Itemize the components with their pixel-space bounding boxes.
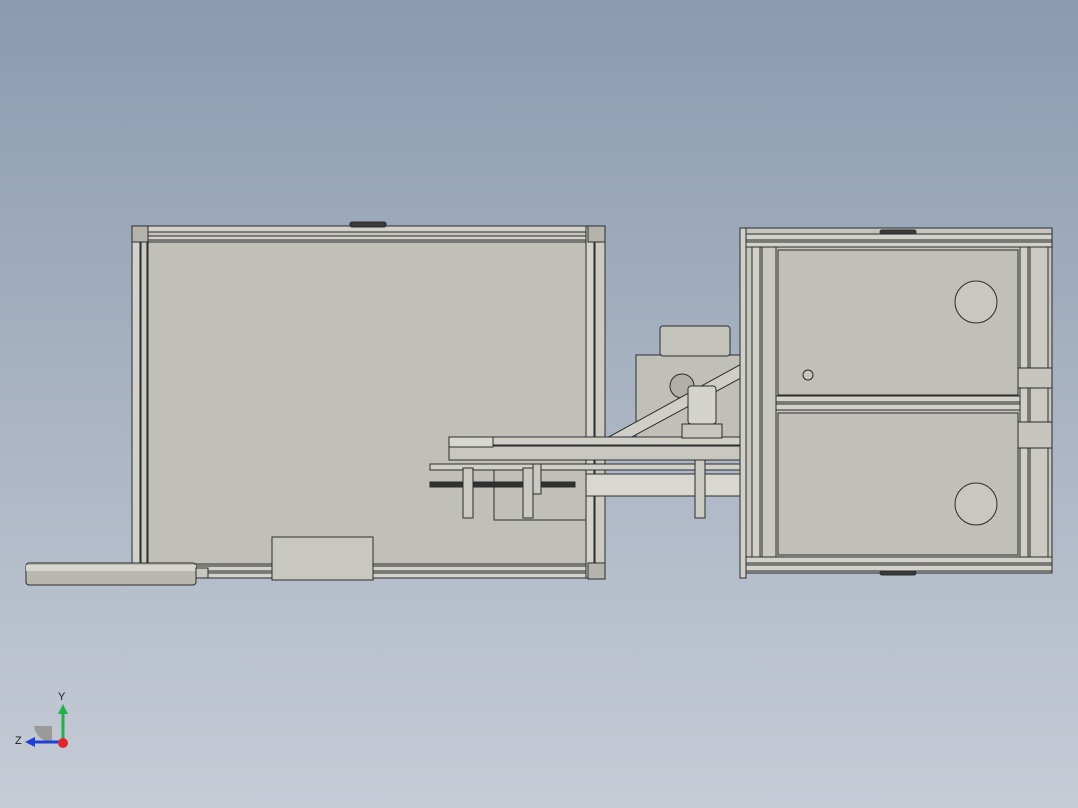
y-axis-arrowhead [58, 704, 68, 714]
cad-viewport[interactable] [0, 0, 1078, 808]
right-machine-frame[interactable] [739, 227, 1053, 579]
triad-arc-icon [34, 726, 52, 743]
x-axis-dot [58, 738, 68, 748]
y-axis-label: Y [58, 691, 66, 703]
z-axis-arrowhead [25, 737, 35, 747]
axis-triad: Y Z [15, 691, 68, 748]
left-machine-frame[interactable] [25, 221, 606, 586]
z-axis-label: Z [15, 735, 22, 747]
